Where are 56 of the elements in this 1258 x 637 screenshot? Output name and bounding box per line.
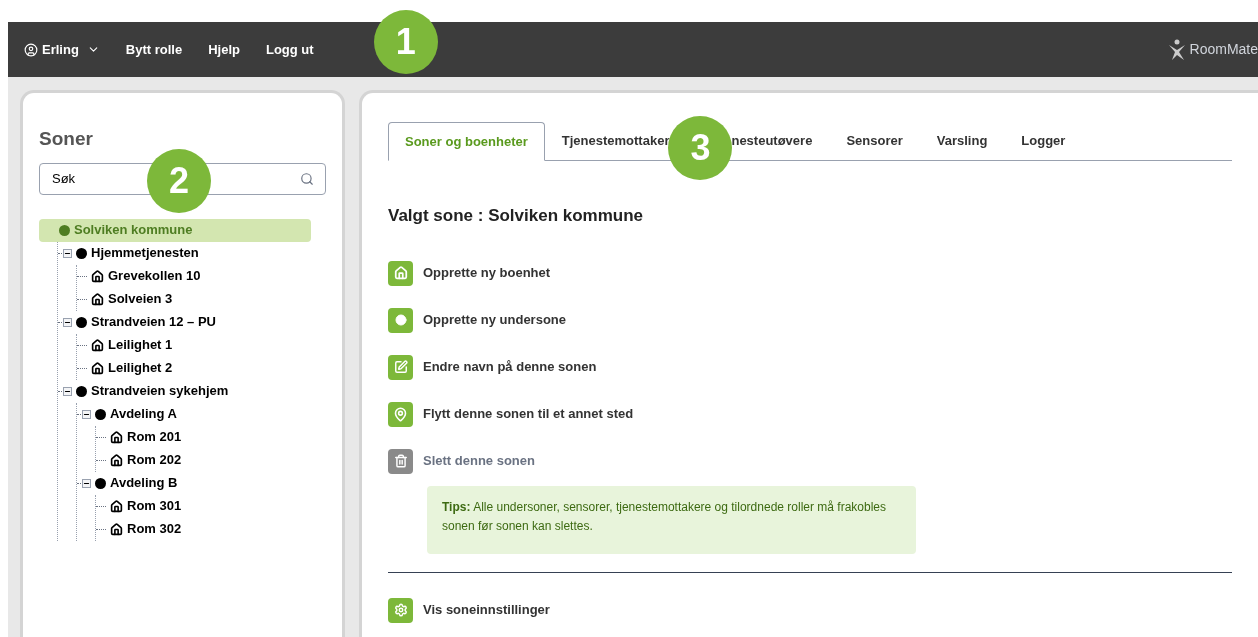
tab[interactable]: nesteutøvere [731, 121, 830, 160]
nav-link[interactable]: Logg ut [266, 39, 314, 60]
nav-link[interactable]: Bytt rolle [125, 39, 183, 60]
house-icon [91, 361, 104, 375]
logo-text: RoomMate [1189, 40, 1258, 59]
collapse-toggle[interactable] [63, 248, 72, 258]
logo-figure-icon [1167, 38, 1186, 61]
tree-item[interactable]: Hjemmetjenesten [72, 243, 203, 263]
tree-item[interactable]: Solviken kommune [39, 218, 311, 242]
tree-item[interactable]: Leilighet 2 [87, 358, 177, 378]
action-link[interactable]: Endre navn på denne sonen [423, 357, 597, 377]
house-icon [393, 266, 408, 280]
tree-item[interactable]: Avdeling B [91, 473, 182, 493]
user-menu[interactable]: Erling [24, 39, 100, 60]
tree-item[interactable]: Rom 302 [106, 519, 186, 539]
search-icon [300, 171, 314, 186]
settings-icon [393, 603, 408, 617]
tip-text: Tips: Alle undersoner, sensorer, tjenestemottakere og tilordnede roller må frakobles sonen før sonen kan slettes. [442, 499, 887, 533]
tree-item[interactable]: Avdeling A [91, 404, 181, 424]
tree-item[interactable]: Rom 202 [106, 450, 186, 470]
tree-item[interactable]: Strandveien 12 – PU [72, 312, 220, 332]
action-link[interactable]: Opprette ny undersone [423, 310, 567, 330]
callout-number: 2 [147, 148, 211, 213]
collapse-toggle[interactable] [63, 386, 72, 396]
house-icon [91, 338, 104, 352]
trash-icon [393, 454, 408, 468]
action-link[interactable]: Flytt denne sonen til et annet sted [423, 404, 634, 424]
callout-number: 3 [668, 116, 733, 180]
action-link[interactable]: Opprette ny boenhet [423, 263, 551, 283]
house-icon [110, 430, 123, 444]
house-icon [110, 522, 123, 536]
tab[interactable]: Sensorer [829, 121, 920, 160]
circle-icon [394, 314, 407, 326]
map-pin-icon [393, 406, 408, 422]
nav-link[interactable]: Hjelp [208, 39, 240, 60]
collapse-toggle[interactable] [82, 478, 91, 488]
house-icon [110, 499, 123, 513]
tree-item[interactable]: Rom 301 [106, 496, 186, 516]
house-icon [110, 453, 123, 467]
action-link[interactable]: Vis soneinnstillinger [423, 600, 550, 620]
tab[interactable]: Tjenestemottaker [544, 121, 670, 160]
tree-item[interactable]: Solveien 3 [87, 289, 177, 309]
tab[interactable]: Logger [1004, 121, 1083, 160]
tab[interactable]: Varsling [919, 121, 1005, 160]
user-icon [24, 42, 38, 57]
tree-item[interactable]: Grevekollen 10 [87, 266, 205, 286]
collapse-toggle[interactable] [82, 409, 91, 419]
edit-icon [393, 360, 408, 374]
sidebar-title: Soner [39, 127, 94, 151]
selected-zone-heading: Valgt sone : Solviken kommune [388, 205, 645, 227]
tree-item[interactable]: Rom 201 [106, 427, 186, 447]
collapse-toggle[interactable] [63, 317, 72, 327]
tree-item[interactable]: Leilighet 1 [87, 335, 177, 355]
house-icon [91, 292, 104, 306]
house-icon [91, 269, 104, 283]
tree-item[interactable]: Strandveien sykehjem [72, 381, 233, 401]
